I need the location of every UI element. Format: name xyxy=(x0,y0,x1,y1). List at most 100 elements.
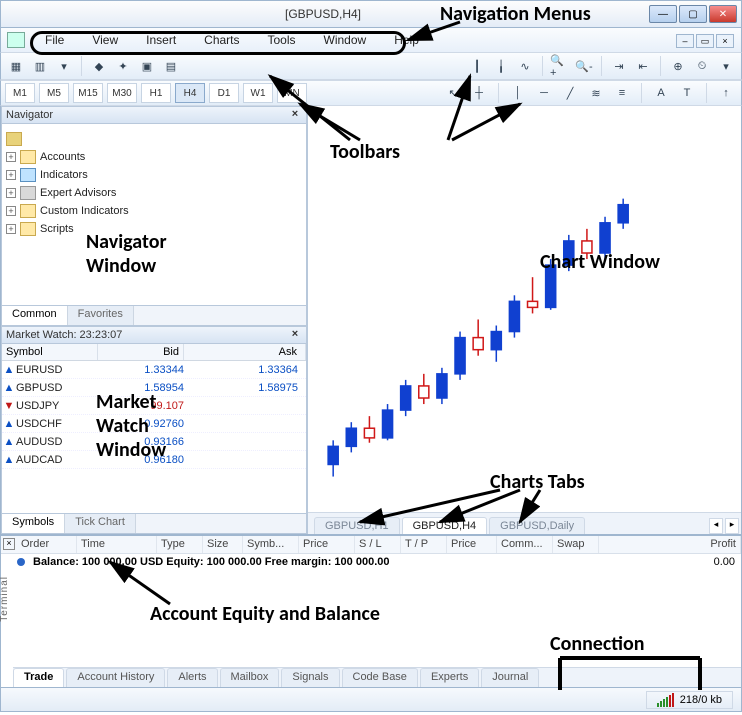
terminal-icon[interactable]: ▣ xyxy=(136,55,158,77)
profiles-icon[interactable]: ▥ xyxy=(29,55,51,77)
mw-row-audcad[interactable]: ▲AUDCAD0.96180 xyxy=(2,451,306,469)
new-chart-icon[interactable]: ▦ xyxy=(5,55,27,77)
term-col[interactable]: Profit xyxy=(599,536,741,553)
menu-view[interactable]: View xyxy=(78,30,132,50)
line-chart-icon[interactable]: ∿ xyxy=(514,55,536,77)
text-icon[interactable]: A xyxy=(650,82,672,104)
navigator-tab-common[interactable]: Common xyxy=(2,306,68,325)
market-watch-header[interactable]: Market Watch: 23:23:07 × xyxy=(1,326,307,344)
tf-w1[interactable]: W1 xyxy=(243,83,273,103)
tf-mn[interactable]: MN xyxy=(277,83,307,103)
balance-row[interactable]: Balance: 100 000.00 USD Equity: 100 000.… xyxy=(1,554,741,570)
fibo-icon[interactable]: ≡ xyxy=(611,82,633,104)
mw-tab-symbols[interactable]: Symbols xyxy=(2,514,65,533)
market-watch-close-icon[interactable]: × xyxy=(288,328,302,342)
term-col[interactable]: Size xyxy=(203,536,243,553)
terminal-tab-code-base[interactable]: Code Base xyxy=(342,668,418,687)
market-watch-icon[interactable]: ◆ xyxy=(88,55,110,77)
menu-tools[interactable]: Tools xyxy=(254,30,310,50)
term-col[interactable]: S / L xyxy=(355,536,401,553)
menu-insert[interactable]: Insert xyxy=(132,30,190,50)
terminal-tab-account-history[interactable]: Account History xyxy=(66,668,165,687)
mw-row-eurusd[interactable]: ▲EURUSD1.333441.33364 xyxy=(2,361,306,379)
periods-icon[interactable]: ⏲ xyxy=(691,55,713,77)
term-col[interactable]: Type xyxy=(157,536,203,553)
trendline-icon[interactable]: ╱ xyxy=(559,82,581,104)
auto-scroll-icon[interactable]: ⇥ xyxy=(608,55,630,77)
tf-m1[interactable]: M1 xyxy=(5,83,35,103)
tree-item-accounts[interactable]: +Accounts xyxy=(6,148,302,166)
term-col[interactable]: Price xyxy=(299,536,355,553)
menu-charts[interactable]: Charts xyxy=(190,30,253,50)
indicators-icon[interactable]: ⊕ xyxy=(667,55,689,77)
connection-status[interactable]: 218/0 kb xyxy=(646,691,733,709)
term-col[interactable]: Swap xyxy=(553,536,599,553)
tree-item-indicators[interactable]: +Indicators xyxy=(6,166,302,184)
close-button[interactable]: ✕ xyxy=(709,5,737,23)
terminal-tab-alerts[interactable]: Alerts xyxy=(167,668,217,687)
mw-row-audusd[interactable]: ▲AUDUSD0.93166 xyxy=(2,433,306,451)
mw-col-bid[interactable]: Bid xyxy=(98,344,184,360)
tree-item-custom-indicators[interactable]: +Custom Indicators xyxy=(6,202,302,220)
chart-tab-daily[interactable]: GBPUSD,Daily xyxy=(489,517,585,534)
cursor-icon[interactable]: ↖ xyxy=(442,82,464,104)
term-col[interactable]: Price xyxy=(447,536,497,553)
tree-item-ea[interactable]: +Expert Advisors xyxy=(6,184,302,202)
tf-h4[interactable]: H4 xyxy=(175,83,205,103)
navigator-icon[interactable]: ✦ xyxy=(112,55,134,77)
term-col[interactable]: Time xyxy=(77,536,157,553)
templates-icon[interactable]: ▾ xyxy=(715,55,737,77)
maximize-button[interactable]: ▢ xyxy=(679,5,707,23)
chart-tabs-next-icon[interactable]: ▸ xyxy=(725,518,739,534)
vline-icon[interactable]: │ xyxy=(507,82,529,104)
strategy-tester-icon[interactable]: ▤ xyxy=(160,55,182,77)
term-col[interactable]: T / P xyxy=(401,536,447,553)
text-label-icon[interactable]: T xyxy=(676,82,698,104)
navigator-header[interactable]: Navigator × xyxy=(1,106,307,124)
terminal-close-icon[interactable]: × xyxy=(3,538,15,550)
terminal-tab-experts[interactable]: Experts xyxy=(420,668,479,687)
tf-h1[interactable]: H1 xyxy=(141,83,171,103)
term-col[interactable]: Comm... xyxy=(497,536,553,553)
channel-icon[interactable]: ≋ xyxy=(585,82,607,104)
mw-col-ask[interactable]: Ask xyxy=(184,344,306,360)
terminal-tab-journal[interactable]: Journal xyxy=(481,668,539,687)
menu-window[interactable]: Window xyxy=(310,30,381,50)
chart-tab-h1[interactable]: GBPUSD,H1 xyxy=(314,517,400,534)
terminal-tab-signals[interactable]: Signals xyxy=(281,668,339,687)
minimize-button[interactable]: — xyxy=(649,5,677,23)
candlestick-icon[interactable]: ╽ xyxy=(490,55,512,77)
chart-window[interactable]: GBPUSD,H1 GBPUSD,H4 GBPUSD,Daily ◂ ▸ xyxy=(307,106,741,534)
hline-icon[interactable]: ─ xyxy=(533,82,555,104)
term-col[interactable]: Symb... xyxy=(243,536,299,553)
bar-chart-icon[interactable]: ┃ xyxy=(466,55,488,77)
mw-row-usdjpy[interactable]: ▼USDJPY99.107 xyxy=(2,397,306,415)
mw-col-symbol[interactable]: Symbol xyxy=(2,344,98,360)
tf-m5[interactable]: M5 xyxy=(39,83,69,103)
tf-d1[interactable]: D1 xyxy=(209,83,239,103)
dropdown-icon[interactable]: ▾ xyxy=(53,55,75,77)
tf-m30[interactable]: M30 xyxy=(107,83,137,103)
tree-root[interactable] xyxy=(6,130,302,148)
zoom-in-icon[interactable]: 🔍+ xyxy=(549,55,571,77)
chart-tabs-prev-icon[interactable]: ◂ xyxy=(709,518,723,534)
terminal-tab-mailbox[interactable]: Mailbox xyxy=(220,668,280,687)
crosshair-icon[interactable]: ┼ xyxy=(468,82,490,104)
tf-m15[interactable]: M15 xyxy=(73,83,103,103)
chart-shift-icon[interactable]: ⇤ xyxy=(632,55,654,77)
navigator-tab-favorites[interactable]: Favorites xyxy=(68,306,134,325)
menu-help[interactable]: Help xyxy=(380,30,433,50)
mdi-minimize-button[interactable]: – xyxy=(676,34,694,48)
navigator-close-icon[interactable]: × xyxy=(288,108,302,122)
mdi-restore-button[interactable]: ▭ xyxy=(696,34,714,48)
menu-file[interactable]: File xyxy=(31,30,78,50)
zoom-out-icon[interactable]: 🔍- xyxy=(573,55,595,77)
chart-tab-h4[interactable]: GBPUSD,H4 xyxy=(402,517,488,534)
terminal-tab-trade[interactable]: Trade xyxy=(13,668,64,687)
mdi-close-button[interactable]: × xyxy=(716,34,734,48)
tree-item-scripts[interactable]: +Scripts xyxy=(6,220,302,238)
mw-row-gbpusd[interactable]: ▲GBPUSD1.589541.58975 xyxy=(2,379,306,397)
mw-row-usdchf[interactable]: ▲USDCHF0.92760 xyxy=(2,415,306,433)
mw-tab-tick-chart[interactable]: Tick Chart xyxy=(65,514,136,533)
arrows-icon[interactable]: ↑ xyxy=(715,82,737,104)
